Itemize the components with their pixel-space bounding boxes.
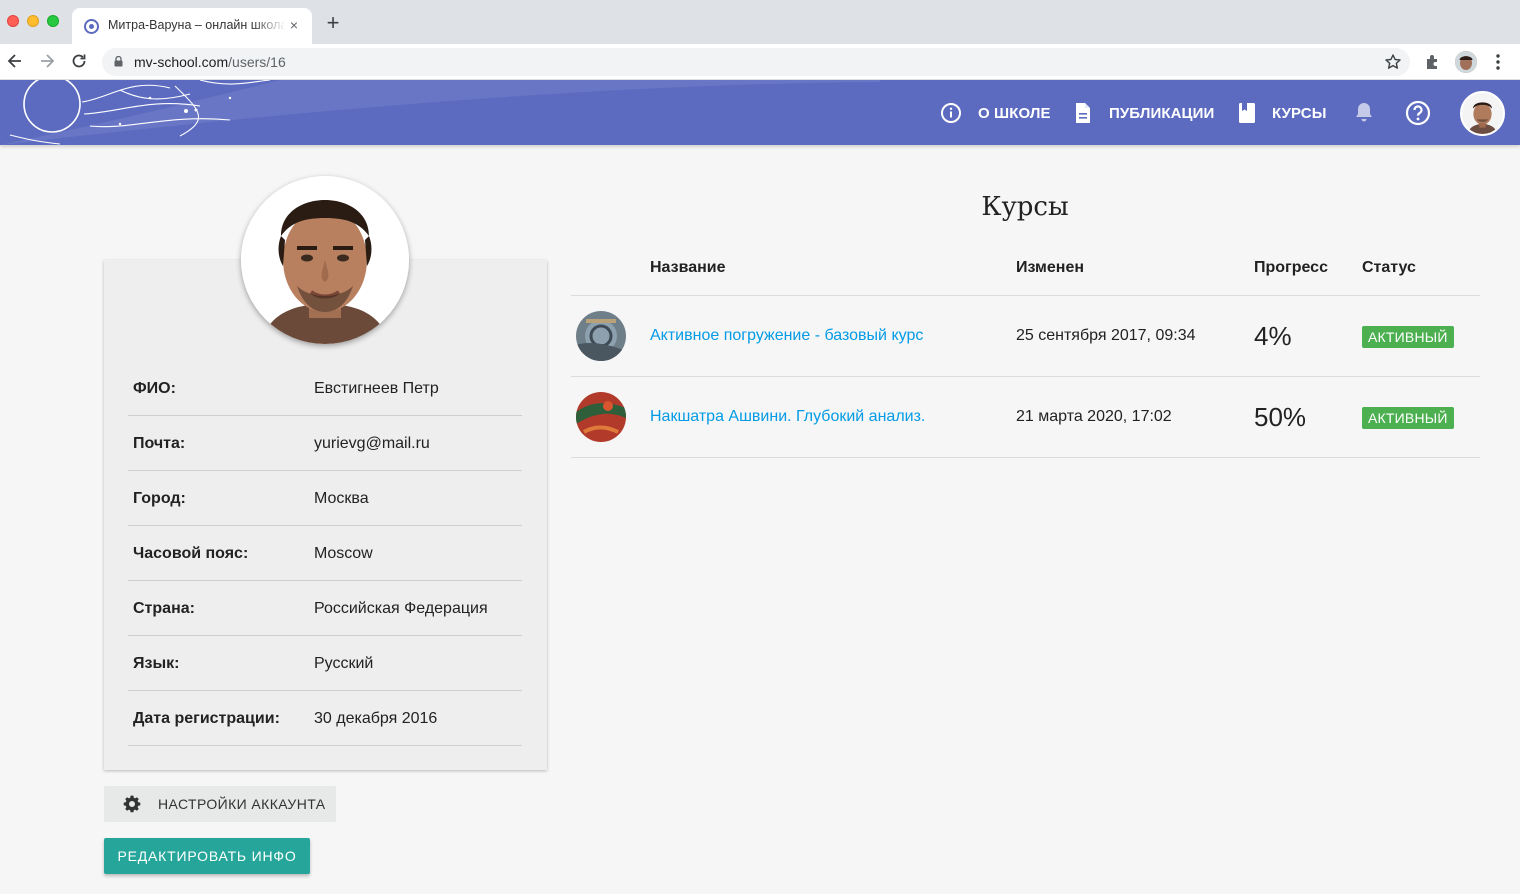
window-minimize-button[interactable] (27, 15, 39, 27)
lock-icon (114, 56, 123, 67)
browser-toolbar: mv-school.com/users/16 (0, 44, 1520, 80)
profile-photo (241, 176, 409, 344)
extensions-puzzle-icon[interactable] (1424, 53, 1442, 71)
window-maximize-button[interactable] (47, 15, 59, 27)
profile-field-value: Москва (314, 490, 369, 507)
nav-about-school[interactable]: О ШКОЛЕ (940, 100, 1051, 126)
courses-title: Курсы (981, 192, 1069, 222)
gear-icon (123, 795, 141, 813)
course-progress-value: 4% (1254, 321, 1292, 351)
column-header-changed: Изменен (1016, 259, 1085, 276)
course-changed-date: 25 сентября 2017, 09:34 (1016, 327, 1196, 344)
back-arrow-icon[interactable] (5, 51, 25, 71)
table-divider (571, 295, 1480, 296)
profile-field-value: yurievg@mail.ru (314, 435, 430, 452)
reload-icon[interactable] (69, 51, 89, 71)
status-badge: АКТИВНЫЙ (1362, 407, 1454, 429)
new-tab-button[interactable]: + (322, 12, 344, 34)
profile-row-registration-date: Дата регистрации: 30 декабря 2016 (128, 691, 522, 746)
url-text: mv-school.com/users/16 (134, 54, 286, 70)
forward-arrow-icon[interactable] (37, 51, 57, 71)
nav-about-label: О ШКОЛЕ (978, 104, 1051, 122)
browser-profile-avatar[interactable] (1455, 51, 1477, 73)
profile-row-country: Страна: Российская Федерация (128, 581, 522, 636)
info-icon (941, 103, 961, 123)
tab-title-fade (252, 16, 286, 36)
profile-field-value: Российская Федерация (314, 600, 488, 617)
profile-field-value: Moscow (314, 545, 373, 562)
course-link[interactable]: Накшатра Ашвини. Глубокий анализ. (650, 408, 925, 426)
profile-row-name: ФИО: Евстигнеев Петр (128, 361, 522, 416)
profile-field-value: 30 декабря 2016 (314, 710, 438, 727)
course-thumbnail[interactable] (576, 392, 626, 442)
bookmark-star-icon[interactable] (1384, 53, 1402, 71)
profile-row-city: Город: Москва (128, 471, 522, 526)
nav-courses-label: КУРСЫ (1272, 104, 1327, 122)
status-badge: АКТИВНЫЙ (1362, 326, 1454, 348)
site-favicon-icon (84, 19, 99, 34)
nav-courses[interactable]: КУРСЫ (1238, 100, 1327, 126)
browser-menu-icon[interactable] (1490, 52, 1506, 72)
profile-row-email: Почта: yurievg@mail.ru (128, 416, 522, 471)
course-changed-date: 21 марта 2020, 17:02 (1016, 408, 1172, 425)
table-divider (571, 376, 1480, 377)
account-settings-button[interactable]: НАСТРОЙКИ АККАУНТА (104, 786, 336, 822)
profile-field-label: Почта: (133, 435, 186, 452)
nav-publications-label: ПУБЛИКАЦИИ (1109, 104, 1215, 122)
address-bar[interactable]: mv-school.com/users/16 (102, 48, 1410, 76)
table-divider (571, 457, 1480, 458)
column-header-status: Статус (1362, 259, 1416, 276)
browser-tab-active[interactable]: Митра-Варуна – онлайн школа × (72, 8, 312, 44)
profile-field-label: ФИО: (133, 380, 176, 397)
site-header: О ШКОЛЕ ПУБЛИКАЦИИ КУРСЫ (0, 80, 1520, 145)
profile-field-label: Страна: (133, 600, 195, 617)
profile-row-language: Язык: Русский (128, 636, 522, 691)
profile-row-timezone: Часовой пояс: Moscow (128, 526, 522, 581)
profile-field-value: Русский (314, 655, 374, 672)
document-icon (1076, 103, 1090, 123)
course-progress-value: 50% (1254, 402, 1307, 432)
profile-field-label: Язык: (133, 655, 180, 672)
column-header-name: Название (650, 259, 726, 276)
nav-publications[interactable]: ПУБЛИКАЦИИ (1073, 100, 1214, 126)
profile-field-value: Евстигнеев Петр (314, 380, 439, 397)
bell-icon[interactable] (1354, 101, 1374, 123)
column-header-progress: Прогресс (1254, 259, 1328, 276)
window-close-button[interactable] (7, 15, 19, 27)
profile-field-label: Город: (133, 490, 186, 507)
book-icon (1239, 103, 1255, 123)
profile-field-label: Часовой пояс: (133, 545, 249, 562)
tab-close-icon[interactable]: × (286, 17, 302, 33)
course-link[interactable]: Активное погружение - базовый курс (650, 327, 923, 345)
profile-field-label: Дата регистрации: (133, 710, 280, 727)
account-settings-label: НАСТРОЙКИ АККАУНТА (158, 796, 326, 812)
edit-info-button[interactable]: РЕДАКТИРОВАТЬ ИНФО (104, 838, 310, 874)
course-thumbnail[interactable] (576, 311, 626, 361)
browser-tab-bar: Митра-Варуна – онлайн школа × + (0, 0, 1520, 44)
help-icon[interactable] (1405, 100, 1431, 126)
user-avatar[interactable] (1460, 91, 1505, 136)
header-banner-illustration (0, 80, 880, 145)
